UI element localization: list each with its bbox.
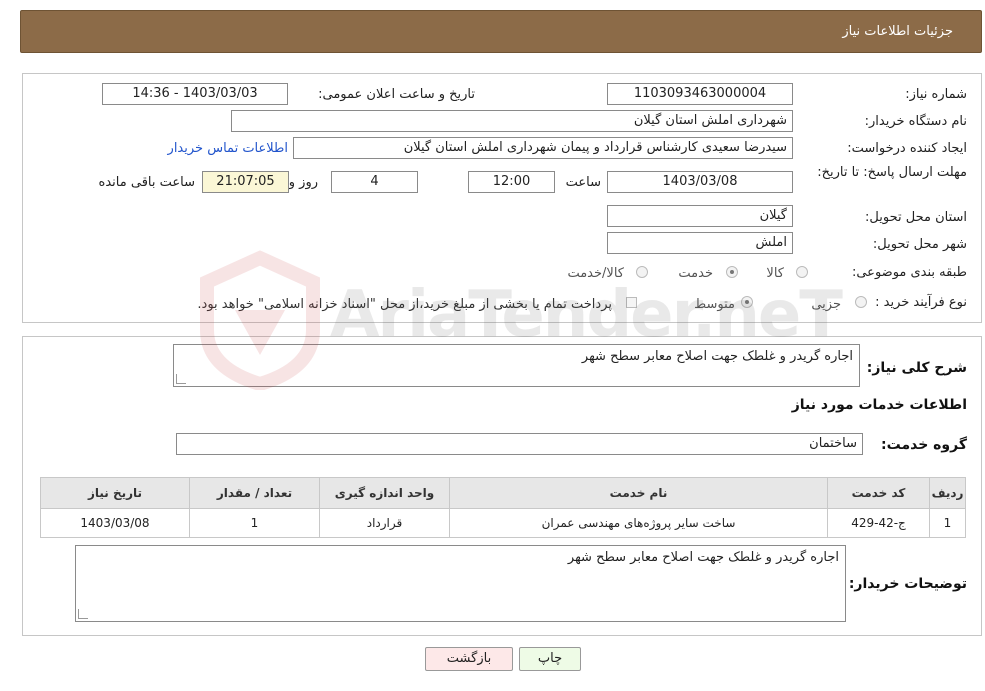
services-table: ردیف کد خدمت نام خدمت واحد اندازه گیری ت…	[40, 477, 966, 538]
category-option-goods: کالا	[766, 266, 784, 281]
deadline-time-field[interactable]: 12:00	[468, 171, 555, 193]
creator-label: ایجاد کننده درخواست:	[847, 141, 967, 156]
category-option-goods-service: کالا/خدمت	[567, 266, 624, 281]
resize-handle-icon[interactable]	[78, 609, 88, 619]
remaining-days-field[interactable]: 4	[331, 171, 418, 193]
category-option-service: خدمت	[678, 266, 713, 281]
col-header-service-name: نام خدمت	[449, 477, 828, 509]
category-radio-goods[interactable]	[796, 266, 808, 278]
service-group-label: گروه خدمت:	[881, 437, 967, 453]
cell-row-number: 1	[929, 508, 966, 538]
services-section-title: اطلاعات خدمات مورد نیاز	[791, 397, 967, 413]
buyer-notes-text: اجاره گریدر و غلطک جهت اصلاح معابر سطح ش…	[567, 550, 839, 565]
col-header-service-code: کد خدمت	[827, 477, 930, 509]
creator-field[interactable]: سیدرضا سعیدی کارشناس قرارداد و پیمان شهر…	[293, 137, 793, 159]
cell-need-date: 1403/03/08	[40, 508, 190, 538]
cell-quantity: 1	[189, 508, 320, 538]
col-header-row-number: ردیف	[929, 477, 966, 509]
treasury-payment-note: پرداخت تمام یا بخشی از مبلغ خرید،از محل …	[197, 297, 612, 312]
buyer-contact-link[interactable]: اطلاعات تماس خریدار	[168, 141, 288, 156]
delivery-city-field[interactable]: املش	[607, 232, 793, 254]
category-radio-goods-service[interactable]	[636, 266, 648, 278]
deadline-label: مهلت ارسال پاسخ: تا تاریخ:	[817, 165, 967, 180]
purchase-option-medium: متوسط	[694, 297, 735, 312]
service-group-field[interactable]: ساختمان	[176, 433, 863, 455]
purchase-type-label: نوع فرآیند خرید :	[875, 295, 967, 310]
cell-service-code: ج-42-429	[827, 508, 930, 538]
treasury-payment-checkbox[interactable]	[626, 297, 637, 308]
summary-textarea[interactable]: اجاره گریدر و غلطک جهت اصلاح معابر سطح ش…	[173, 344, 860, 387]
category-label: طبقه بندی موضوعی:	[851, 265, 967, 280]
remaining-days-label: روز و	[288, 175, 318, 190]
buyer-notes-label: توضیحات خریدار:	[848, 576, 967, 592]
services-table-wrapper: ردیف کد خدمت نام خدمت واحد اندازه گیری ت…	[40, 477, 966, 538]
col-header-quantity: تعداد / مقدار	[189, 477, 320, 509]
need-number-label: شماره نیاز:	[905, 87, 967, 102]
purchase-option-minor: جزیی	[811, 297, 841, 312]
announce-datetime-label: تاریخ و ساعت اعلان عمومی:	[318, 87, 475, 102]
buyer-notes-textarea[interactable]: اجاره گریدر و غلطک جهت اصلاح معابر سطح ش…	[75, 545, 846, 622]
summary-text: اجاره گریدر و غلطک جهت اصلاح معابر سطح ش…	[581, 349, 853, 364]
delivery-province-label: استان محل تحویل:	[865, 210, 967, 225]
page-header: جزئیات اطلاعات نیاز	[20, 10, 982, 53]
table-header-row: ردیف کد خدمت نام خدمت واحد اندازه گیری ت…	[40, 477, 966, 509]
need-number-field[interactable]: 1103093463000004	[607, 83, 793, 105]
table-row: 1 ج-42-429 ساخت سایر پروژه‌های مهندسی عم…	[40, 508, 966, 538]
buyer-org-label: نام دستگاه خریدار:	[864, 114, 967, 129]
summary-label: شرح کلی نیاز:	[866, 360, 967, 376]
purchase-radio-medium[interactable]	[741, 296, 753, 308]
deadline-time-label: ساعت	[565, 175, 601, 190]
resize-handle-icon[interactable]	[176, 374, 186, 384]
category-radio-service[interactable]	[726, 266, 738, 278]
deadline-date-field[interactable]: 1403/03/08	[607, 171, 793, 193]
page-title: جزئیات اطلاعات نیاز	[842, 24, 953, 39]
cell-service-name: ساخت سایر پروژه‌های مهندسی عمران	[449, 508, 828, 538]
col-header-need-date: تاریخ نیاز	[40, 477, 190, 509]
purchase-radio-minor[interactable]	[855, 296, 867, 308]
cell-unit: قرارداد	[319, 508, 450, 538]
back-button[interactable]: بازگشت	[425, 647, 513, 671]
print-button[interactable]: چاپ	[519, 647, 581, 671]
delivery-province-field[interactable]: گیلان	[607, 205, 793, 227]
col-header-unit: واحد اندازه گیری	[319, 477, 450, 509]
delivery-city-label: شهر محل تحویل:	[872, 237, 967, 252]
buyer-org-field[interactable]: شهرداری املش استان گیلان	[231, 110, 793, 132]
remaining-time-label: ساعت باقی مانده	[98, 175, 195, 190]
announce-datetime-field[interactable]: 1403/03/03 - 14:36	[102, 83, 288, 105]
remaining-time-field[interactable]: 21:07:05	[202, 171, 289, 193]
